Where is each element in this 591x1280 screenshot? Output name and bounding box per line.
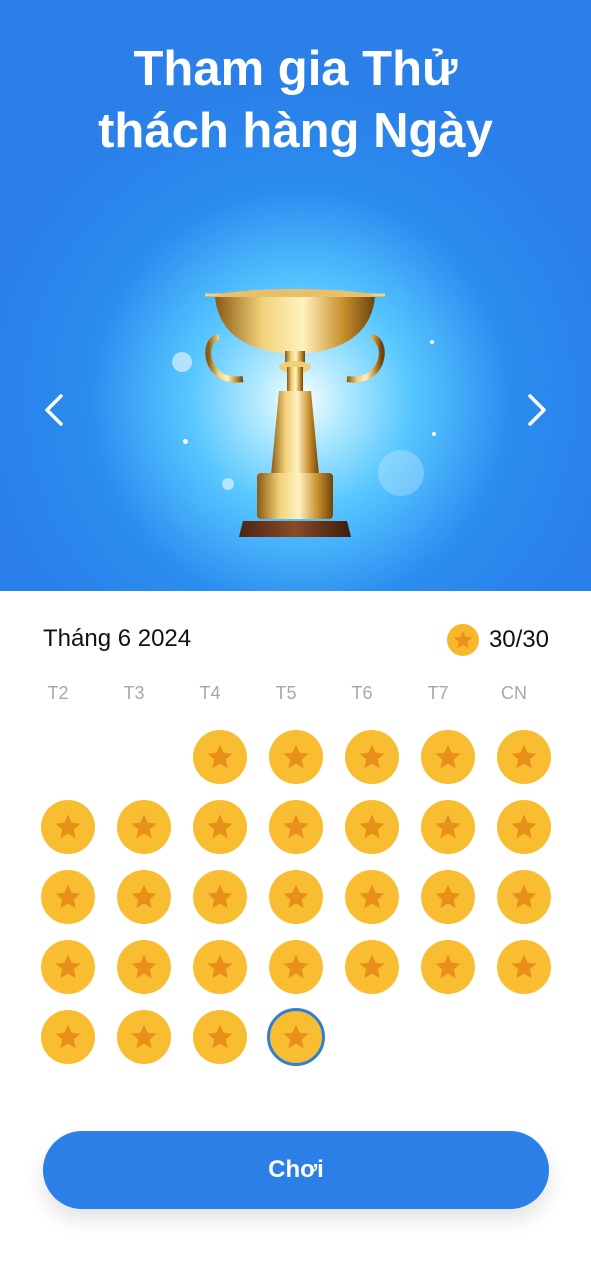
hero-banner: Tham gia Thử thách hàng Ngày <box>0 0 591 591</box>
hero-title: Tham gia Thử thách hàng Ngày <box>0 38 591 162</box>
star-icon <box>55 1024 81 1049</box>
day-coin[interactable] <box>269 870 323 924</box>
day-coin[interactable] <box>41 800 95 854</box>
star-icon <box>359 744 385 769</box>
sparkle <box>172 352 192 372</box>
star-icon <box>131 884 157 909</box>
star-icon <box>207 814 233 839</box>
chevron-right-icon <box>528 394 546 426</box>
weekday-label: T6 <box>351 683 373 703</box>
day-coin[interactable] <box>117 800 171 854</box>
star-icon <box>283 744 309 769</box>
star-icon <box>207 884 233 909</box>
day-coin[interactable] <box>345 730 399 784</box>
day-coin[interactable] <box>345 940 399 994</box>
day-coin-today[interactable] <box>267 1008 325 1066</box>
weekday-label: T7 <box>427 683 449 703</box>
day-coin[interactable] <box>269 800 323 854</box>
day-coin[interactable] <box>421 940 475 994</box>
star-icon <box>435 814 461 839</box>
star-icon <box>435 744 461 769</box>
star-icon <box>511 884 537 909</box>
trophy-icon <box>205 289 385 537</box>
day-coin[interactable] <box>41 940 95 994</box>
day-coin[interactable] <box>117 870 171 924</box>
day-coin[interactable] <box>41 870 95 924</box>
weekday-label: T2 <box>47 683 69 703</box>
day-coin[interactable] <box>269 730 323 784</box>
star-icon <box>359 954 385 979</box>
star-coin-icon <box>446 624 479 656</box>
day-coin[interactable] <box>193 800 247 854</box>
day-coin[interactable] <box>193 940 247 994</box>
sparkle <box>432 432 436 436</box>
month-label: Tháng 6 2024 <box>43 625 192 652</box>
day-coin[interactable] <box>497 870 551 924</box>
star-icon <box>283 884 309 909</box>
day-coin[interactable] <box>193 730 247 784</box>
day-coin[interactable] <box>497 940 551 994</box>
star-icon <box>207 954 233 979</box>
day-coin[interactable] <box>421 800 475 854</box>
star-icon <box>359 884 385 909</box>
score-counter: 30/30 <box>446 624 549 656</box>
sparkle <box>183 439 188 444</box>
hero-title-line1: Tham gia Thử <box>133 42 458 96</box>
star-icon <box>131 954 157 979</box>
day-coin[interactable] <box>345 800 399 854</box>
day-coin[interactable] <box>117 1010 171 1064</box>
star-icon <box>55 884 81 909</box>
day-coin[interactable] <box>117 940 171 994</box>
star-icon <box>283 1024 309 1049</box>
sparkle <box>430 340 434 344</box>
day-coin[interactable] <box>497 730 551 784</box>
star-icon <box>55 954 81 979</box>
star-icon <box>207 744 233 769</box>
star-icon <box>131 1024 157 1049</box>
day-coin[interactable] <box>421 870 475 924</box>
star-icon <box>283 954 309 979</box>
prev-button[interactable] <box>34 388 78 432</box>
day-coin[interactable] <box>193 1010 247 1064</box>
score-text: 30/30 <box>488 626 549 653</box>
star-icon <box>359 814 385 839</box>
weekday-label: T4 <box>199 683 221 703</box>
star-icon <box>435 954 461 979</box>
weekday-label: CN <box>501 683 527 703</box>
star-icon <box>55 814 81 839</box>
star-icon <box>511 744 537 769</box>
star-icon <box>131 814 157 839</box>
day-coin[interactable] <box>193 870 247 924</box>
day-coin[interactable] <box>41 1010 95 1064</box>
weekday-label: T5 <box>275 683 297 703</box>
next-button[interactable] <box>513 388 557 432</box>
star-icon <box>511 814 537 839</box>
star-icon <box>207 1024 233 1049</box>
day-coin[interactable] <box>497 800 551 854</box>
star-icon <box>511 954 537 979</box>
hero-title-line2: thách hàng Ngày <box>98 104 493 158</box>
play-button[interactable]: Chơi <box>43 1131 549 1209</box>
chevron-left-icon <box>45 394 63 426</box>
star-icon <box>283 814 309 839</box>
day-coin[interactable] <box>345 870 399 924</box>
day-coin[interactable] <box>421 730 475 784</box>
weekday-label: T3 <box>123 683 145 703</box>
day-coin[interactable] <box>269 940 323 994</box>
star-icon <box>435 884 461 909</box>
